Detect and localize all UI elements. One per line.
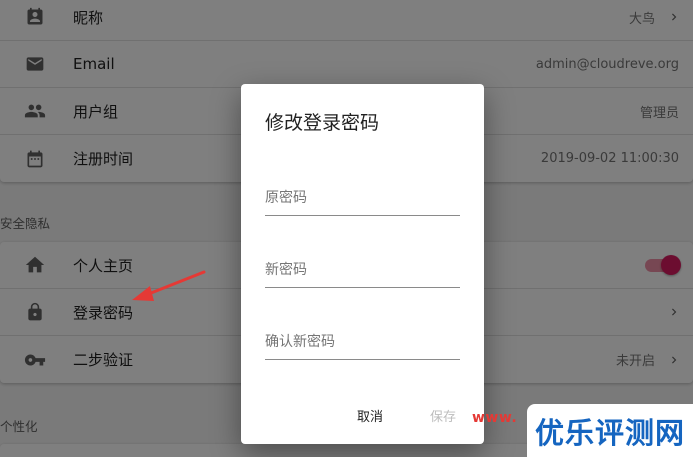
dialog-title: 修改登录密码 [265, 112, 380, 134]
confirm-password-field [265, 326, 460, 360]
watermark-badge: 优乐评测网 [527, 404, 693, 457]
new-password-input[interactable] [265, 254, 460, 287]
original-password-field [265, 182, 460, 216]
save-button[interactable]: 保存 [430, 406, 456, 425]
cancel-button[interactable]: 取消 [357, 406, 383, 425]
original-password-input[interactable] [265, 182, 460, 215]
watermark-brand: 优乐评测网 [534, 415, 685, 450]
new-password-field [265, 254, 460, 288]
annotation-arrow-icon [132, 270, 206, 301]
watermark-url: www. [472, 410, 518, 426]
change-password-dialog: 修改登录密码 取消 保存 [241, 84, 484, 444]
confirm-password-input[interactable] [265, 326, 460, 359]
